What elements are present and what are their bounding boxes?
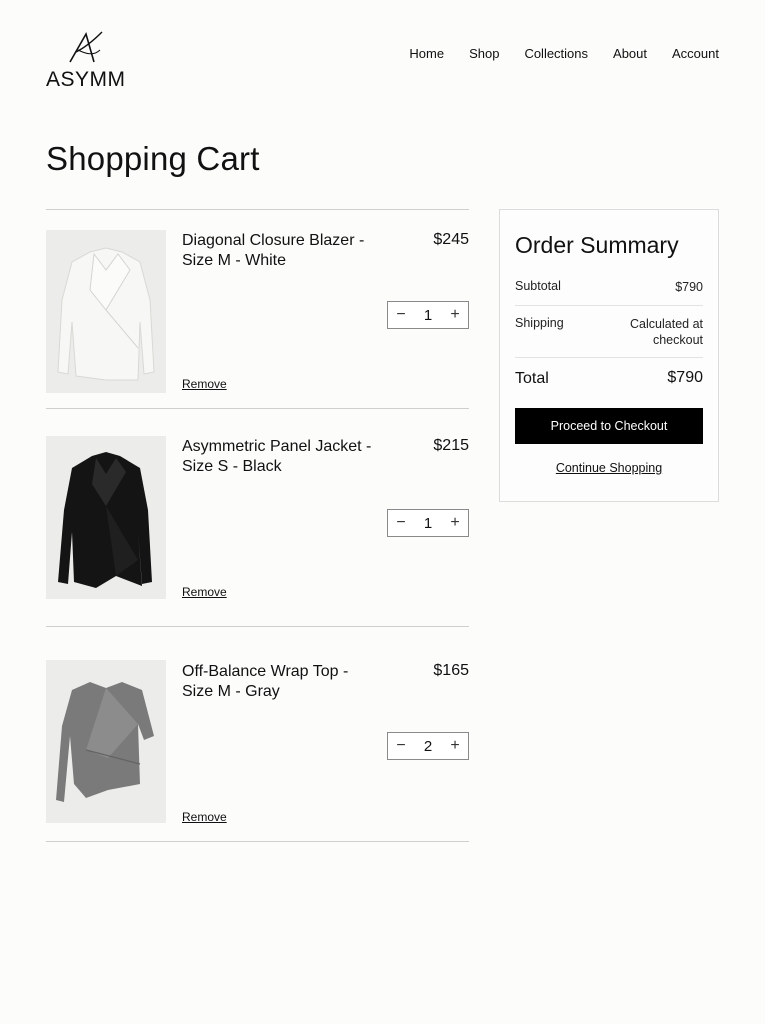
subtotal-value: $790 xyxy=(675,280,703,294)
remove-link[interactable]: Remove xyxy=(182,377,227,391)
black-jacket-icon xyxy=(46,436,166,599)
quantity-stepper: − 2 + xyxy=(387,732,469,760)
remove-link[interactable]: Remove xyxy=(182,585,227,599)
item-name[interactable]: Asymmetric Panel Jacket - Size S - Black xyxy=(182,437,382,477)
item-name[interactable]: Diagonal Closure Blazer - Size M - White xyxy=(182,231,382,271)
quantity-value[interactable]: 2 xyxy=(424,738,432,755)
divider xyxy=(46,841,469,842)
logo-mark-icon xyxy=(69,31,103,63)
nav-home[interactable]: Home xyxy=(409,46,444,61)
page-title: Shopping Cart xyxy=(46,140,260,177)
order-summary: Order Summary Subtotal $790 Shipping Cal… xyxy=(499,209,719,502)
decrement-button[interactable]: − xyxy=(388,302,414,328)
increment-button[interactable]: + xyxy=(442,510,468,536)
main-nav: Home Shop Collections About Account xyxy=(409,46,719,61)
brand-name: ASYMM xyxy=(46,68,126,91)
decrement-button[interactable]: − xyxy=(388,733,414,759)
shipping-value: Calculated at checkout xyxy=(630,317,703,347)
subtotal-label: Subtotal xyxy=(515,279,561,293)
gray-top-image[interactable] xyxy=(46,660,166,823)
item-price: $165 xyxy=(433,662,469,679)
total-row: Total $790 xyxy=(515,370,703,388)
item-price: $215 xyxy=(433,437,469,454)
increment-button[interactable]: + xyxy=(442,302,468,328)
total-label: Total xyxy=(515,370,549,387)
cart-item: Off-Balance Wrap Top - Size M - Gray $16… xyxy=(46,627,469,841)
total-value: $790 xyxy=(667,369,703,386)
shipping-row: Shipping Calculated at checkout xyxy=(515,316,703,348)
increment-button[interactable]: + xyxy=(442,733,468,759)
nav-collections[interactable]: Collections xyxy=(524,46,588,61)
checkout-button[interactable]: Proceed to Checkout xyxy=(515,408,703,444)
cart-list: Diagonal Closure Blazer - Size M - White… xyxy=(46,209,469,842)
decrement-button[interactable]: − xyxy=(388,510,414,536)
subtotal-row: Subtotal $790 xyxy=(515,279,703,295)
summary-title: Order Summary xyxy=(515,232,679,258)
black-jacket-image[interactable] xyxy=(46,436,166,599)
nav-about[interactable]: About xyxy=(613,46,647,61)
divider xyxy=(515,305,703,306)
cart-item: Asymmetric Panel Jacket - Size S - Black… xyxy=(46,409,469,626)
remove-link[interactable]: Remove xyxy=(182,810,227,824)
cart-item: Diagonal Closure Blazer - Size M - White… xyxy=(46,210,469,408)
nav-shop[interactable]: Shop xyxy=(469,46,499,61)
item-price: $245 xyxy=(433,231,469,248)
quantity-value[interactable]: 1 xyxy=(424,515,432,532)
quantity-value[interactable]: 1 xyxy=(424,307,432,324)
divider xyxy=(515,357,703,358)
item-name[interactable]: Off-Balance Wrap Top - Size M - Gray xyxy=(182,662,382,702)
white-blazer-icon xyxy=(46,230,166,393)
quantity-stepper: − 1 + xyxy=(387,509,469,537)
white-blazer-image[interactable] xyxy=(46,230,166,393)
continue-shopping-link[interactable]: Continue Shopping xyxy=(500,461,718,475)
shipping-label: Shipping xyxy=(515,316,564,330)
quantity-stepper: − 1 + xyxy=(387,301,469,329)
nav-account[interactable]: Account xyxy=(672,46,719,61)
gray-top-icon xyxy=(46,660,166,823)
